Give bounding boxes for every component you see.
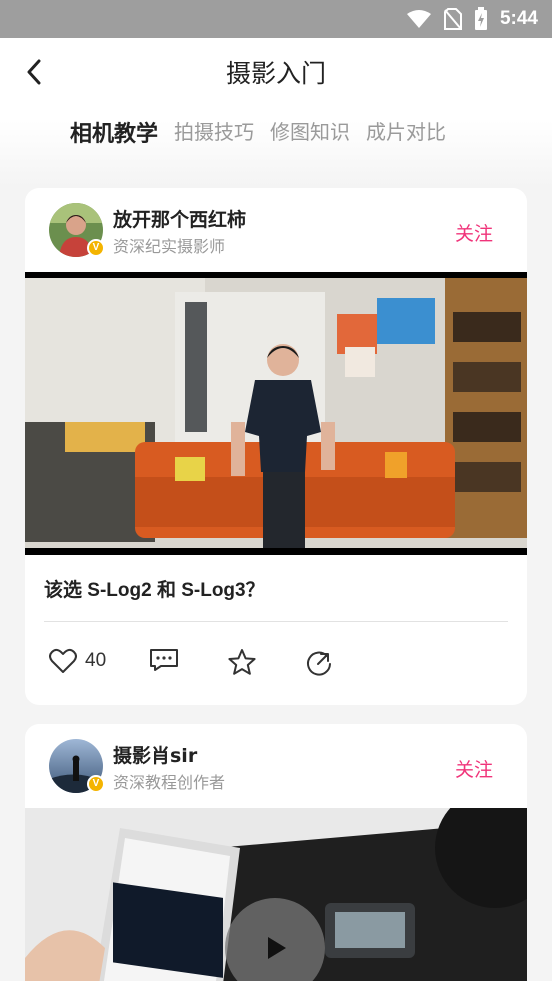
comment-button[interactable]: [149, 648, 179, 672]
tab-camera-teaching[interactable]: 相机教学: [70, 116, 158, 148]
heart-icon: [49, 648, 77, 673]
like-count: 40: [85, 650, 107, 671]
tab-bar: 相机教学 拍摄技巧 修图知识 成片对比: [70, 116, 446, 148]
post-card[interactable]: V 摄影肖sir 资深教程创作者 关注: [25, 724, 527, 981]
page-title: 摄影入门: [225, 59, 326, 88]
action-bar: 40: [25, 622, 527, 702]
follow-button[interactable]: 关注: [455, 755, 493, 782]
author-row: V 放开那个西红柿 资深纪实摄影师 关注: [25, 188, 527, 272]
no-sim-icon: [443, 8, 462, 30]
verified-badge: V: [87, 775, 105, 793]
author-subtitle: 资深纪实摄影师: [113, 237, 226, 256]
favorite-button[interactable]: [227, 648, 257, 676]
share-icon: [307, 651, 331, 676]
author-name[interactable]: 放开那个西红柿: [113, 205, 246, 232]
tab-retouching[interactable]: 修图知识: [270, 116, 350, 148]
author-row: V 摄影肖sir 资深教程创作者 关注: [25, 724, 527, 808]
tab-shooting-tips[interactable]: 拍摄技巧: [174, 116, 254, 148]
tab-comparison[interactable]: 成片对比: [366, 116, 446, 148]
post-card[interactable]: V 放开那个西红柿 资深纪实摄影师 关注 该选 S-Log2 和 S-Log3？…: [25, 188, 527, 705]
follow-button[interactable]: 关注: [455, 219, 493, 246]
post-video-thumbnail[interactable]: [25, 272, 527, 555]
like-button[interactable]: 40: [49, 648, 106, 674]
star-icon: [228, 649, 256, 675]
post-video-thumbnail[interactable]: [25, 808, 527, 981]
comment-icon: [150, 649, 178, 671]
author-subtitle: 资深教程创作者: [113, 773, 226, 792]
status-bar: 5:44: [0, 0, 552, 38]
status-time: 5:44: [499, 8, 538, 29]
wifi-icon: [406, 9, 432, 29]
author-name[interactable]: 摄影肖sir: [113, 741, 197, 768]
header: 摄影入门 相机教学 拍摄技巧 修图知识 成片对比: [0, 38, 552, 188]
share-button[interactable]: [305, 648, 333, 676]
verified-badge: V: [87, 239, 105, 257]
play-icon: [268, 937, 286, 959]
post-title[interactable]: 该选 S-Log2 和 S-Log3？: [25, 555, 527, 621]
battery-charging-icon: [474, 7, 488, 31]
